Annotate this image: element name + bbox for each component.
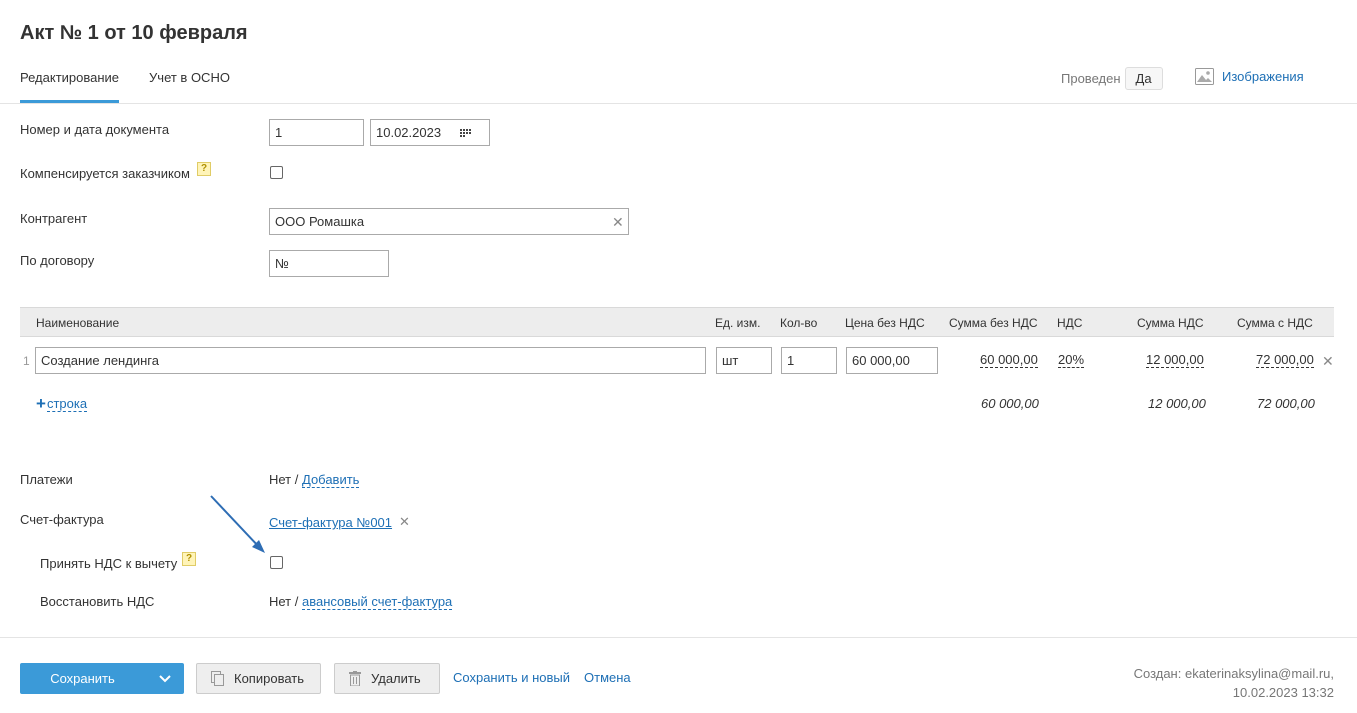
copy-icon [211,671,224,686]
contract-label: По договору [20,253,95,268]
doc-date-value: 10.02.2023 [376,125,442,140]
col-unit: Ед. изм. [715,316,761,330]
save-and-new-link[interactable]: Сохранить и новый [453,670,570,685]
page-title: Акт № 1 от 10 февраля [20,22,248,44]
col-vat: НДС [1057,316,1083,330]
posted-label: Проведен [1061,71,1121,86]
doc-number-input[interactable]: 1 [269,119,364,146]
created-by: Создан: ekaterinaksylina@mail.ru, [1133,666,1334,681]
col-vat-sum: Сумма НДС [1137,316,1204,330]
chevron-down-icon[interactable] [145,674,184,683]
doc-number-label: Номер и дата документа [20,122,170,137]
delete-row-icon[interactable]: ✕ [1322,354,1334,368]
tab-editing[interactable]: Редактирование [20,60,120,103]
payments-none: Нет / [269,472,299,487]
trash-icon [349,671,361,686]
tab-osno[interactable]: Учет в ОСНО [149,60,230,103]
total-sum-with-vat: 72 000,00 [1257,396,1315,411]
vat-restore-none: Нет / [269,594,299,609]
contractor-input[interactable]: ООО Ромашка [269,208,629,235]
vat-restore-label: Восстановить НДС [40,594,155,609]
add-row-label[interactable]: строка [46,396,88,412]
save-button[interactable]: Сохранить [20,663,184,694]
delete-button[interactable]: Удалить [334,663,440,694]
posted-status: Проведен Да [1061,67,1163,90]
posted-toggle[interactable]: Да [1124,67,1163,90]
help-icon[interactable]: ? [182,552,196,566]
items-table-header: Наименование Ед. изм. Кол-во Цена без НД… [20,307,1334,337]
remove-invoice-icon[interactable]: ✕ [399,515,410,529]
footer-divider [0,637,1357,638]
add-row-link[interactable]: + строка [36,394,88,413]
created-info: Создан: ekaterinaksylina@mail.ru, 10.02.… [1134,664,1334,702]
advance-invoice-link[interactable]: авансовый счет-фактура [302,594,453,610]
col-price: Цена без НДС [845,316,925,330]
copy-button[interactable]: Копировать [196,663,321,694]
invoice-label: Счет-фактура [20,512,104,527]
tab-bar: Редактирование Учет в ОСНО [20,60,260,103]
images-link-label[interactable]: Изображения [1222,69,1304,84]
total-sum-no-vat: 60 000,00 [981,396,1039,411]
add-payment-link[interactable]: Добавить [302,472,360,488]
item-sum-with-vat[interactable]: 72 000,00 [1256,353,1314,368]
contractor-label: Контрагент [20,211,88,226]
item-vat-rate[interactable]: 20% [1058,353,1085,368]
calendar-icon[interactable] [460,129,471,137]
save-button-label: Сохранить [50,671,115,686]
created-date: 10.02.2023 13:32 [1232,685,1334,700]
copy-button-label: Копировать [234,671,304,686]
plus-icon: + [36,394,46,413]
annotation-arrow [210,495,265,553]
item-name-input[interactable]: Создание лендинга [35,347,706,374]
header-divider [0,103,1357,104]
col-name: Наименование [36,316,120,330]
payments-label: Платежи [20,472,73,487]
contract-input[interactable]: № [269,250,389,277]
col-sum-with-vat: Сумма с НДС [1237,316,1313,330]
item-vat-sum[interactable]: 12 000,00 [1146,353,1204,368]
vat-deduct-checkbox[interactable] [270,556,283,569]
delete-button-label: Удалить [371,671,421,686]
clear-contractor-icon[interactable]: ✕ [612,215,624,229]
image-icon [1195,68,1214,85]
doc-date-input[interactable]: 10.02.2023 [370,119,490,146]
row-index: 1 [23,354,30,368]
images-link[interactable]: Изображения [1195,68,1304,85]
col-sum-no-vat: Сумма без НДС [949,316,1038,330]
total-vat-sum: 12 000,00 [1148,396,1206,411]
help-icon[interactable]: ? [197,162,211,176]
col-qty: Кол-во [780,316,818,330]
payments-value: Нет / Добавить [269,472,360,488]
item-price-input[interactable]: 60 000,00 [846,347,938,374]
invoice-link[interactable]: Счет-фактура №001 [269,515,392,530]
item-sum-no-vat[interactable]: 60 000,00 [980,353,1038,368]
vat-restore-value: Нет / авансовый счет-фактура [269,594,453,610]
cancel-link[interactable]: Отмена [584,670,631,685]
compensated-checkbox[interactable] [270,166,283,179]
vat-deduct-label: Принять НДС к вычету [40,556,178,571]
item-unit-input[interactable]: шт [716,347,772,374]
item-qty-input[interactable]: 1 [781,347,837,374]
compensated-label: Компенсируется заказчиком [20,166,190,181]
